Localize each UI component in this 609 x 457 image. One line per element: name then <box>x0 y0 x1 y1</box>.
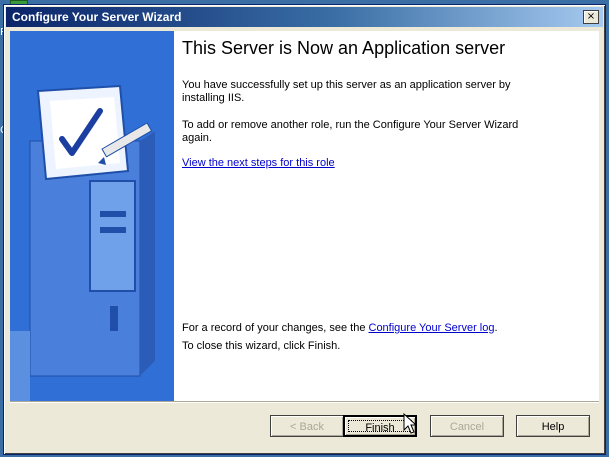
server-log-link[interactable]: Configure Your Server log <box>369 322 495 334</box>
cursor-icon <box>403 413 417 434</box>
instruction-text: To add or remove another role, run the C… <box>182 119 519 144</box>
wizard-content: This Server is Now an Application server… <box>174 31 599 401</box>
window-title: Configure Your Server Wizard <box>12 10 182 24</box>
separator <box>10 401 599 403</box>
back-button[interactable]: < Back <box>270 415 344 437</box>
cancel-button[interactable]: Cancel <box>430 415 504 437</box>
next-steps-link[interactable]: View the next steps for this role <box>182 157 335 169</box>
close-icon: × <box>586 11 596 22</box>
success-message: You have successfully set up this server… <box>182 79 511 104</box>
server-checklist-icon <box>10 31 174 401</box>
wizard-side-panel <box>10 31 174 401</box>
record-line: For a record of your changes, see the Co… <box>182 322 498 334</box>
close-instruction: To close this wizard, click Finish. <box>182 340 341 352</box>
record-suffix: . <box>494 322 498 334</box>
wizard-window: Configure Your Server Wizard × This Serv… <box>3 4 606 455</box>
page-title: This Server is Now an Application server <box>182 38 506 58</box>
close-button[interactable]: × <box>583 10 599 24</box>
title-bar[interactable]: Configure Your Server Wizard × <box>6 7 603 27</box>
help-button[interactable]: Help <box>516 415 590 437</box>
record-prefix: For a record of your changes, see the <box>182 322 369 334</box>
